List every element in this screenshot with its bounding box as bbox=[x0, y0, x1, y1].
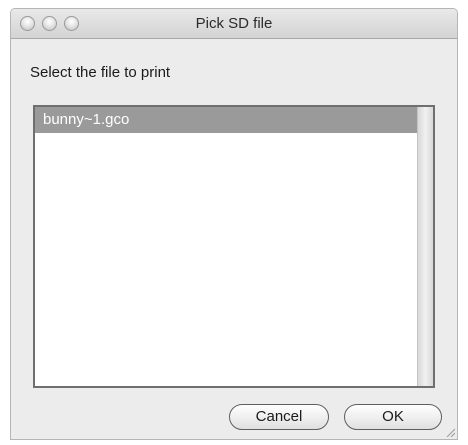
list-item-selected[interactable]: bunny~1.gco bbox=[35, 107, 421, 133]
ok-button[interactable]: OK bbox=[344, 404, 442, 430]
title-bar[interactable]: Pick SD file bbox=[11, 9, 457, 39]
window-title: Pick SD file bbox=[195, 15, 273, 32]
list-scrollbar[interactable] bbox=[417, 107, 433, 386]
dialog-window: Pick SD file Select the file to print bu… bbox=[10, 8, 458, 440]
resize-grip-icon[interactable] bbox=[445, 427, 455, 437]
file-list[interactable]: bunny~1.gco bbox=[33, 105, 435, 388]
cancel-button[interactable]: Cancel bbox=[229, 404, 329, 430]
prompt-label: Select the file to print bbox=[30, 64, 171, 81]
